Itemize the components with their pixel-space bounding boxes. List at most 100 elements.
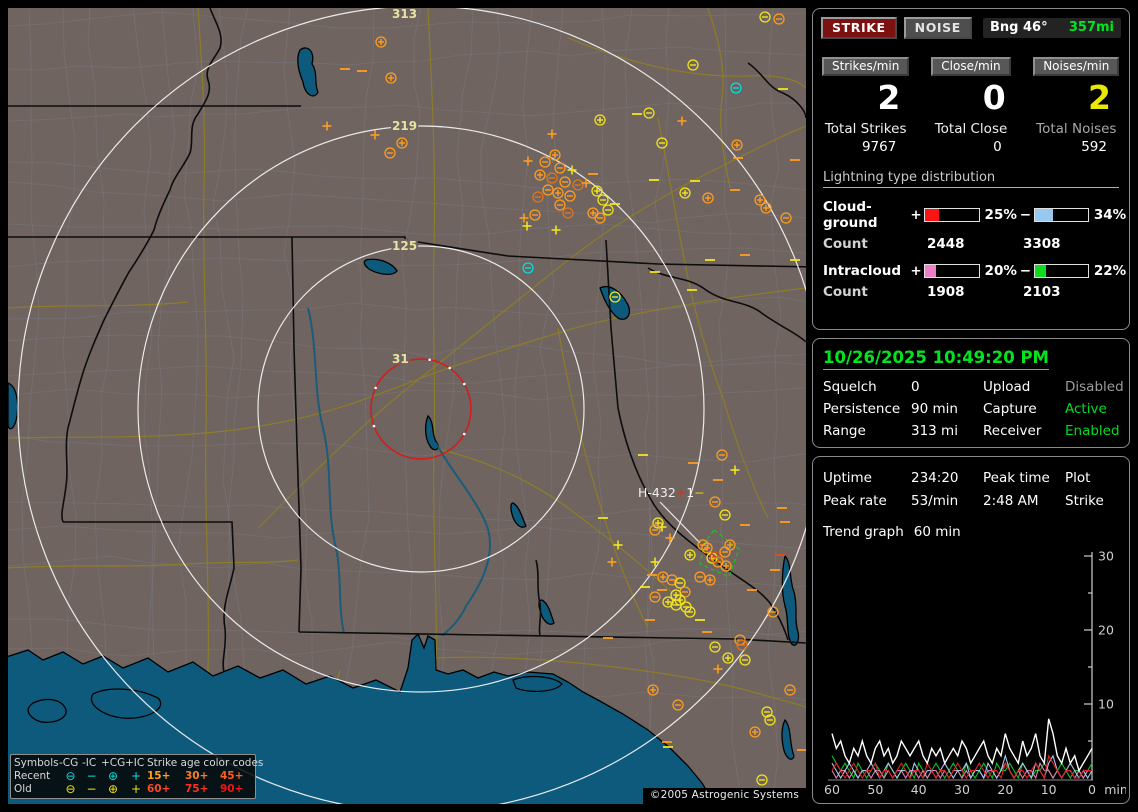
map-canvas[interactable]: 313 219 125 31 H-432+1− Symbols -CG -IC +CG … — [8, 8, 806, 804]
legend-col-neg-ic: -IC — [82, 757, 97, 769]
ic-count-label: Count — [823, 284, 868, 300]
circle-minus-icon: ⊖ — [65, 781, 76, 796]
storm-cell-label: H-432+1− — [638, 485, 705, 500]
close-per-min-value: 0 — [982, 78, 1006, 117]
status-panel: 10/26/2025 10:49:20 PM Squelch 0 Upload … — [812, 338, 1130, 448]
map-graphics: 313 219 125 31 H-432+1− — [8, 8, 806, 804]
peak-rate-value: 53/min — [911, 493, 959, 509]
plus-icon: + — [130, 768, 142, 783]
trend-graph: 10 20 30 60 50 40 30 20 10 0 min — [824, 549, 1126, 798]
total-strikes-value: 9767 — [861, 139, 897, 155]
cg-negative-pct: 34% — [1093, 207, 1127, 223]
total-noises-value: 592 — [1081, 139, 1107, 155]
total-strikes-label: Total Strikes — [824, 121, 907, 137]
legend-age-header: Strike age color codes — [147, 757, 264, 769]
trend-series-+CG — [831, 754, 1092, 780]
circle-plus-icon: ⊕ — [107, 781, 119, 796]
age-code-60: 60+ — [147, 783, 171, 795]
age-code-30: 30+ — [185, 770, 209, 782]
svg-text:20: 20 — [1098, 623, 1114, 638]
age-code-15: 15+ — [147, 770, 171, 782]
capture-status: Active — [1065, 401, 1107, 417]
cloud-ground-label: Cloud-ground — [823, 199, 878, 231]
svg-text:10: 10 — [1098, 697, 1114, 712]
intracloud-label: Intracloud — [823, 263, 902, 279]
distribution-title: Lightning type distribution — [823, 170, 1119, 188]
uptime-label: Uptime — [823, 470, 872, 486]
range-value: 313 mi — [911, 423, 958, 439]
persistence-label: Persistence — [823, 401, 901, 417]
plus-sign: + — [910, 207, 922, 223]
svg-text:40: 40 — [911, 782, 927, 797]
plus-sign: + — [910, 263, 922, 279]
bearing-display: Bng 46° 357mi — [983, 18, 1121, 38]
strike-stats-panel: STRIKE NOISE Bng 46° 357mi Strikes/min C… — [812, 8, 1130, 330]
plot-label: Plot — [1065, 470, 1091, 486]
legend-row-old-label: Old — [14, 783, 32, 795]
trend-panel: Uptime 234:20 Peak time Plot Peak rate 5… — [812, 456, 1130, 804]
noise-button[interactable]: NOISE — [903, 17, 972, 39]
age-code-90: 90+ — [220, 783, 244, 795]
peak-rate-label: Peak rate — [823, 493, 887, 509]
cg-negative-count: 3308 — [1023, 236, 1061, 252]
svg-text:30: 30 — [1098, 549, 1114, 564]
svg-text:60: 60 — [824, 782, 840, 797]
cg-positive-bar — [924, 208, 980, 222]
svg-text:30: 30 — [954, 782, 970, 797]
svg-text:min: min — [1104, 782, 1126, 797]
cg-positive-pct: 25% — [984, 207, 1017, 223]
bearing-range: 357mi — [1068, 20, 1114, 35]
cg-count-label: Count — [823, 236, 868, 252]
total-close-label: Total Close — [934, 121, 1008, 137]
minus-sign: − — [1019, 207, 1031, 223]
uptime-value: 234:20 — [911, 470, 959, 486]
minus-sign: − — [1019, 263, 1031, 279]
circle-minus-icon: ⊖ — [65, 768, 76, 783]
squelch-value: 0 — [911, 379, 920, 395]
minus-icon: − — [86, 781, 97, 796]
ic-positive-pct: 20% — [984, 263, 1017, 279]
capture-label: Capture — [983, 401, 1037, 417]
cg-negative-bar — [1033, 208, 1089, 222]
svg-text:0: 0 — [1088, 782, 1096, 797]
legend-row-recent-label: Recent — [14, 770, 51, 782]
noises-per-min-value: 2 — [1088, 78, 1111, 117]
map-legend: Symbols -CG -IC +CG +IC Strike age color… — [10, 754, 264, 799]
close-per-min-header[interactable]: Close/min — [931, 57, 1011, 76]
trend-series--IC — [831, 755, 1093, 780]
svg-text:10: 10 — [1041, 782, 1057, 797]
bearing-label: Bng 46° — [990, 20, 1048, 35]
legend-symbols-header: Symbols — [14, 757, 59, 769]
copyright-label: ©2005 Astrogenic Systems — [642, 788, 806, 804]
receiver-status: Enabled — [1065, 423, 1120, 439]
cg-positive-count: 2448 — [927, 236, 965, 252]
total-noises-label: Total Noises — [1036, 121, 1117, 137]
legend-col-pos-cg: +CG — [101, 757, 126, 769]
datetime-display: 10/26/2025 10:49:20 PM — [823, 348, 1049, 370]
legend-col-neg-cg: -CG — [59, 757, 79, 769]
plus-icon: + — [130, 781, 142, 796]
upload-label: Upload — [983, 379, 1031, 395]
strike-button[interactable]: STRIKE — [821, 17, 897, 39]
ic-negative-count: 2103 — [1023, 284, 1061, 300]
total-close-value: 0 — [993, 139, 1002, 155]
upload-status: Disabled — [1065, 379, 1124, 395]
ring-label-31: 31 — [392, 352, 409, 366]
squelch-label: Squelch — [823, 379, 877, 395]
plot-value: Strike — [1065, 493, 1104, 509]
strikes-per-min-header[interactable]: Strikes/min — [821, 57, 910, 76]
peak-time-label: Peak time — [983, 470, 1050, 486]
water-body — [27, 698, 67, 724]
receiver-label: Receiver — [983, 423, 1042, 439]
circle-plus-icon: ⊕ — [107, 768, 119, 783]
ring-label-219: 219 — [392, 119, 417, 133]
minus-icon: − — [86, 768, 97, 783]
lightning-app-window: { "panel": { "strike_button": "STRIKE", … — [0, 0, 1138, 812]
range-label: Range — [823, 423, 866, 439]
persistence-value: 90 min — [911, 401, 958, 417]
ring-label-313: 313 — [392, 8, 417, 21]
ic-negative-bar — [1033, 264, 1089, 278]
noises-per-min-header[interactable]: Noises/min — [1033, 57, 1120, 76]
svg-text:20: 20 — [997, 782, 1013, 797]
ic-positive-count: 1908 — [927, 284, 965, 300]
